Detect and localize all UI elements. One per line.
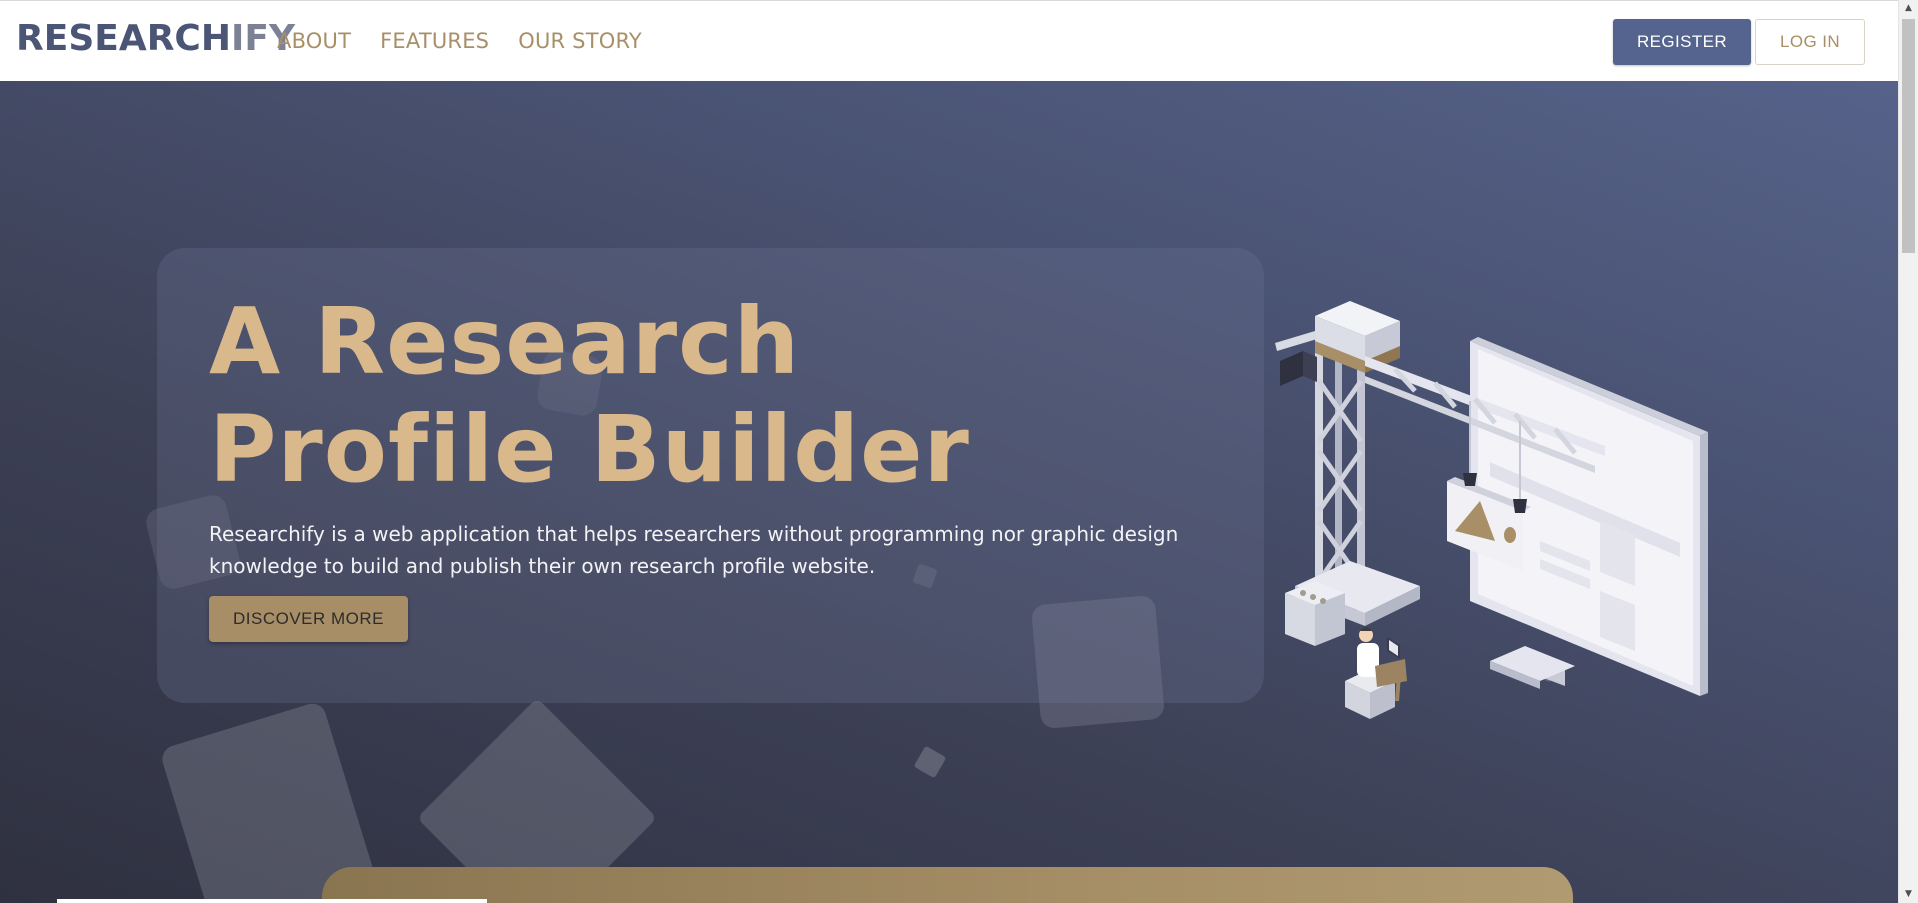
decorative-shape (913, 745, 947, 779)
crane-building-website-illustration (1275, 301, 1708, 719)
arrow-up-icon[interactable]: ▲ (1899, 0, 1918, 17)
top-navbar: RESEARCHIFY ABOUT FEATURES OUR STORY REG… (0, 0, 1898, 81)
hero-title: A Research Profile Builder (209, 288, 970, 503)
vertical-scrollbar[interactable]: ▲ ▼ (1898, 0, 1918, 903)
hero-description: Researchify is a web application that he… (209, 522, 1179, 578)
crane-tower-icon (1285, 336, 1420, 646)
discover-more-button[interactable]: DISCOVER MORE (209, 596, 408, 642)
login-button[interactable]: LOG IN (1755, 19, 1865, 65)
next-section-preview (322, 867, 1573, 903)
person-with-laptop-icon (1345, 627, 1407, 719)
nav-link-features[interactable]: FEATURES (380, 29, 489, 53)
hero-section: A Research Profile Builder Researchify i… (0, 81, 1898, 903)
main-nav: ABOUT FEATURES OUR STORY (277, 29, 642, 53)
arrow-down-icon[interactable]: ▼ (1899, 886, 1918, 903)
register-button[interactable]: REGISTER (1613, 19, 1751, 65)
brand-name-part1: RESEARCH (16, 18, 231, 59)
bottom-strip (57, 899, 487, 903)
scrollbar-thumb[interactable] (1902, 19, 1915, 253)
nav-link-our-story[interactable]: OUR STORY (518, 29, 642, 53)
nav-link-about[interactable]: ABOUT (277, 29, 351, 53)
brand-logo[interactable]: RESEARCHIFY (16, 17, 295, 61)
hero-card: A Research Profile Builder Researchify i… (157, 248, 1264, 703)
